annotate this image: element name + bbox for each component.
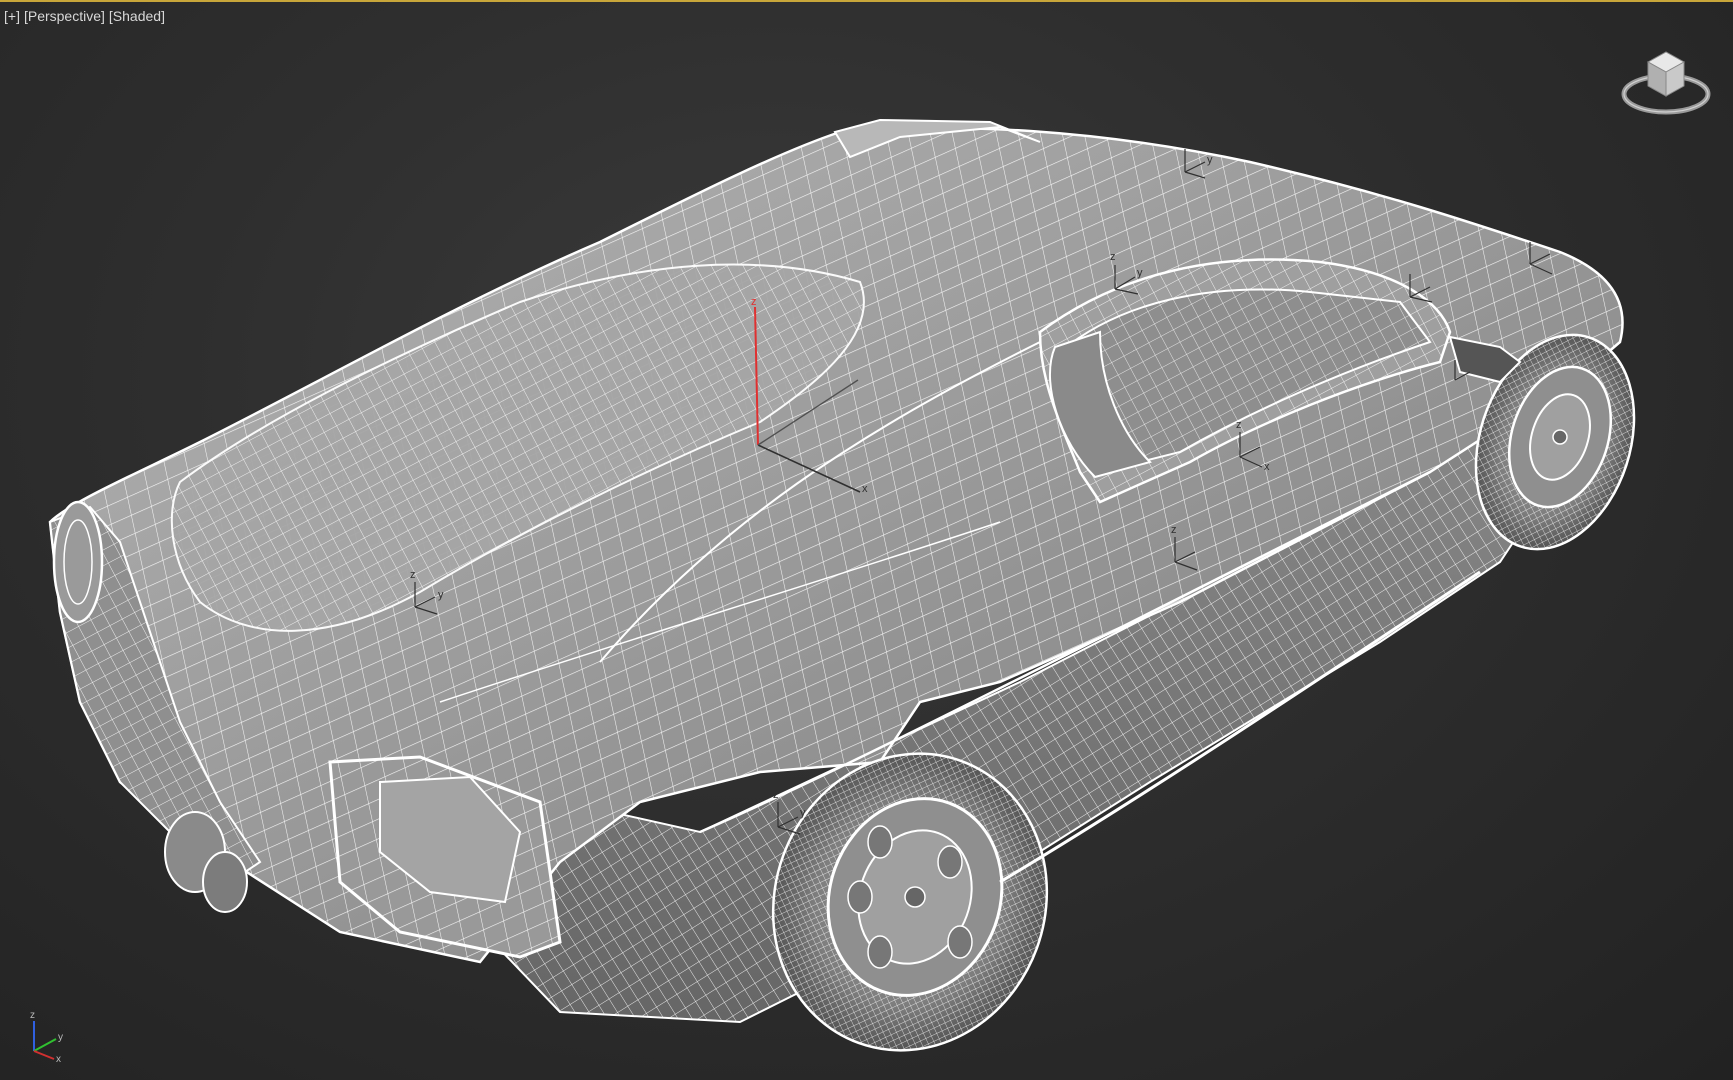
- viewport-point-of-view-menu[interactable]: Perspective: [24, 8, 105, 24]
- svg-text:y: y: [1207, 154, 1213, 166]
- svg-text:z: z: [1180, 136, 1186, 148]
- svg-text:z: z: [1110, 251, 1116, 263]
- svg-text:y: y: [58, 1032, 63, 1043]
- perspective-viewport[interactable]: + Perspective Shaded: [0, 0, 1733, 1080]
- viewcube-icon[interactable]: [1618, 44, 1714, 120]
- svg-text:z: z: [1171, 524, 1177, 536]
- gizmo-z-label: z: [751, 296, 757, 308]
- viewport-general-menu[interactable]: +: [4, 8, 20, 24]
- viewport-shading-menu[interactable]: Shaded: [109, 8, 165, 24]
- svg-text:z: z: [773, 789, 779, 801]
- gizmo-x-label: x: [862, 483, 868, 495]
- svg-text:y: y: [438, 589, 444, 601]
- svg-text:y: y: [1137, 267, 1143, 279]
- svg-text:z: z: [1236, 419, 1242, 431]
- world-axis-tripod: z y x: [24, 1007, 70, 1065]
- svg-text:z: z: [410, 569, 416, 581]
- viewport-label-menu: + Perspective Shaded: [4, 8, 165, 24]
- viewcube[interactable]: [1618, 44, 1714, 120]
- car-wireframe-model[interactable]: [48, 118, 1660, 1080]
- scene-canvas[interactable]: z y z y z x z z y z y z x: [0, 2, 1733, 1080]
- world-axis-icon: z y x: [30, 1010, 63, 1065]
- svg-text:y: y: [800, 807, 806, 819]
- svg-text:x: x: [1264, 461, 1270, 473]
- svg-text:z: z: [30, 1010, 35, 1021]
- svg-text:x: x: [56, 1054, 61, 1063]
